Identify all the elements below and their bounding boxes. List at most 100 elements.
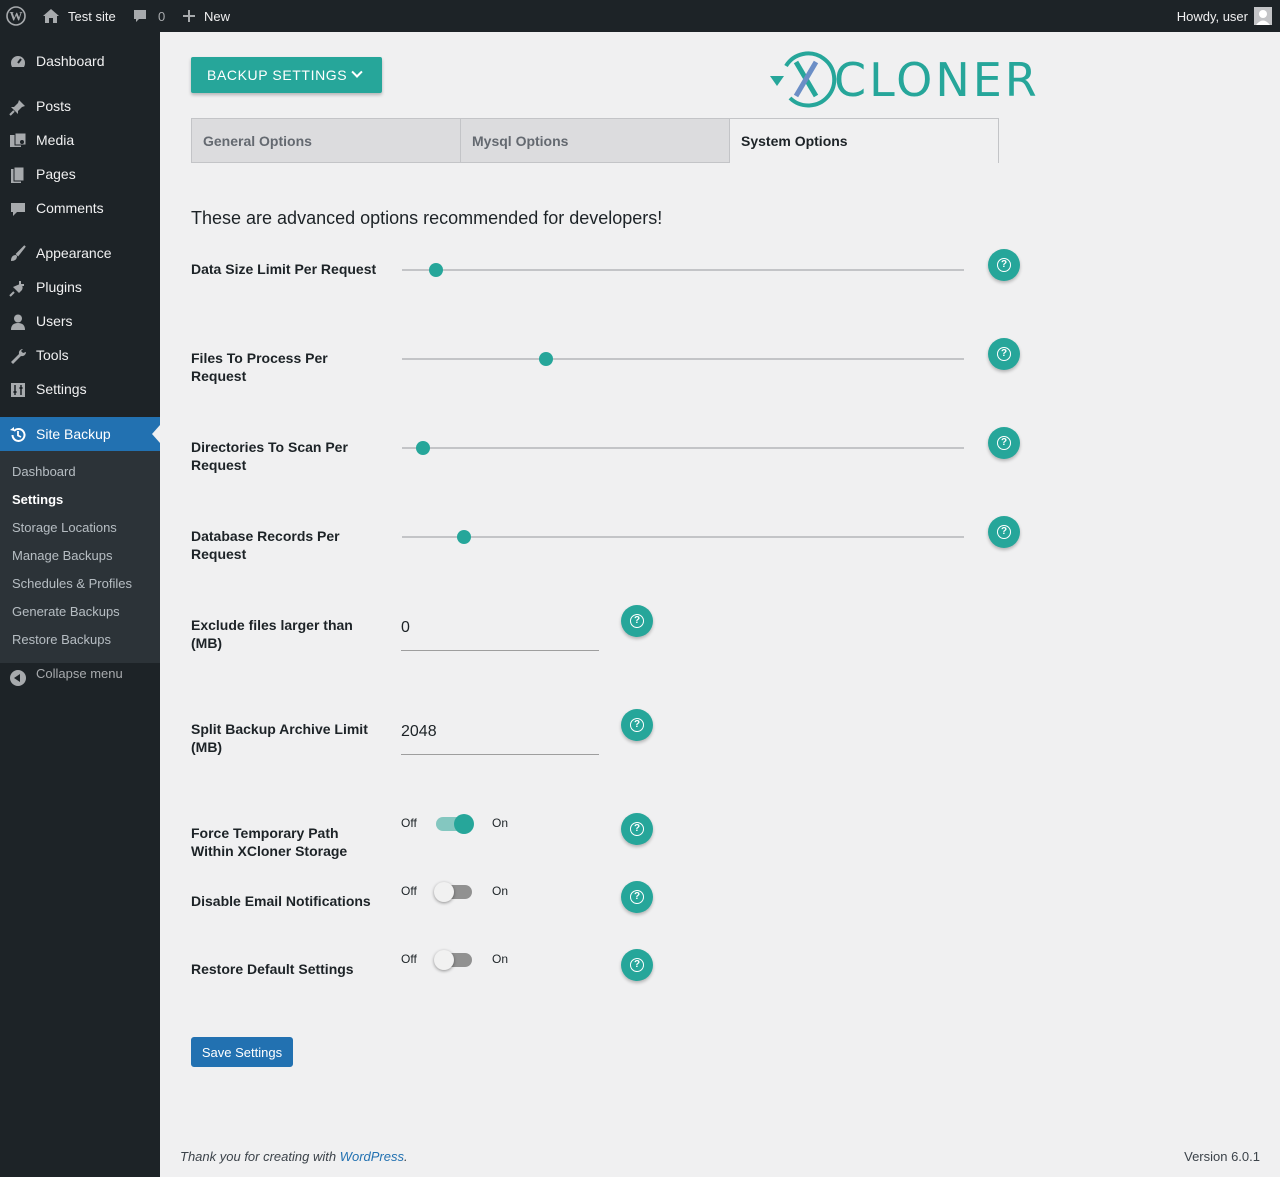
- disable-email-toggle[interactable]: [434, 882, 472, 902]
- force-temp-path-toggle[interactable]: [436, 814, 474, 834]
- sidebar-item-settings[interactable]: Settings: [0, 372, 160, 406]
- xcloner-logo-mark: [770, 51, 837, 108]
- tab-label: General Options: [203, 132, 312, 149]
- help-icon[interactable]: ?: [988, 427, 1020, 459]
- restore-defaults-label: Restore Default Settings: [191, 961, 354, 977]
- switch-off-label: Off: [401, 952, 417, 966]
- plus-icon: [182, 9, 196, 23]
- sidebar-item-posts[interactable]: Posts: [0, 89, 160, 123]
- directories-to-scan-label: Directories To Scan Per Request: [191, 439, 348, 473]
- sidebar-item-comments[interactable]: Comments: [0, 191, 160, 225]
- advanced-options-notice: These are advanced options recommended f…: [191, 208, 663, 228]
- footer-version: Version 6.0.1: [1184, 1149, 1260, 1164]
- switch-on-label: On: [492, 952, 509, 966]
- directories-to-scan-slider[interactable]: [402, 441, 964, 455]
- submenu-item-manage-backups[interactable]: Manage Backups: [12, 548, 112, 563]
- tab-mysql-options[interactable]: Mysql Options: [460, 118, 730, 163]
- submenu-item-schedules-profiles[interactable]: Schedules & Profiles: [12, 576, 132, 591]
- plug-icon: [8, 278, 28, 298]
- sidebar-item-label: Users: [36, 313, 73, 329]
- help-icon[interactable]: ?: [621, 813, 653, 845]
- slider-thumb[interactable]: [538, 352, 553, 366]
- sidebar-item-label: Settings: [36, 381, 87, 397]
- history-icon: [8, 425, 28, 445]
- slider-thumb[interactable]: [428, 263, 443, 277]
- sidebar-item-media[interactable]: Media: [0, 123, 160, 157]
- data-size-limit-label: Data Size Limit Per Request: [191, 261, 377, 277]
- force-temp-path-label: Force Temporary Path Within XCloner Stor…: [191, 825, 348, 859]
- sidebar-item-plugins[interactable]: Plugins: [0, 270, 160, 304]
- wordpress-logo-icon[interactable]: W: [6, 0, 30, 32]
- chevron-down-icon: [351, 66, 363, 78]
- sidebar-item-tools[interactable]: Tools: [0, 338, 160, 372]
- help-icon[interactable]: ?: [988, 249, 1020, 281]
- files-to-process-slider[interactable]: [402, 352, 964, 366]
- sidebar-item-appearance[interactable]: Appearance: [0, 236, 160, 270]
- sidebar-item-label: Posts: [36, 98, 72, 114]
- files-to-process-label: Files To Process Per Request: [191, 350, 328, 384]
- media-icon: [8, 131, 28, 151]
- exclude-files-size-input[interactable]: 0: [401, 607, 599, 651]
- dashboard-icon: [8, 52, 28, 72]
- sidebar-item-dashboard[interactable]: Dashboard: [0, 44, 160, 78]
- sidebar-item-label: Site Backup: [36, 426, 111, 442]
- backup-settings-dropdown-button[interactable]: BACKUP SETTINGS: [191, 57, 382, 93]
- brush-icon: [8, 244, 28, 264]
- submenu-item-generate-backups[interactable]: Generate Backups: [12, 604, 120, 619]
- comments-count: 0: [158, 8, 166, 24]
- site-name-link[interactable]: Test site: [42, 0, 116, 32]
- switch-off-label: Off: [401, 884, 417, 898]
- sidebar-item-pages[interactable]: Pages: [0, 157, 160, 191]
- switch-off-label: Off: [401, 816, 417, 830]
- restore-defaults-toggle[interactable]: [434, 950, 472, 970]
- submenu-item-storage-locations[interactable]: Storage Locations: [12, 520, 117, 535]
- sidebar-item-label: Plugins: [36, 279, 82, 295]
- split-archive-label: Split Backup Archive Limit (MB): [191, 721, 368, 755]
- wordpress-link[interactable]: WordPress: [340, 1149, 404, 1164]
- footer-thanks-text: Thank you for creating with: [180, 1149, 340, 1164]
- database-records-slider[interactable]: [402, 530, 964, 544]
- new-content-link[interactable]: New: [182, 0, 230, 32]
- split-archive-limit-input[interactable]: 2048: [401, 711, 599, 755]
- tab-system-options[interactable]: System Options: [729, 118, 999, 163]
- help-icon[interactable]: ?: [621, 605, 653, 637]
- admin-sidebar: Dashboard Posts Media Pages Comments App…: [0, 32, 160, 1177]
- sidebar-item-label: Media: [36, 132, 75, 148]
- sidebar-item-users[interactable]: Users: [0, 304, 160, 338]
- slider-thumb[interactable]: [456, 530, 471, 544]
- options-tabs: General Options Mysql Options System Opt…: [191, 118, 999, 163]
- footer-thanks: Thank you for creating with WordPress.: [180, 1149, 408, 1164]
- tab-label: Mysql Options: [472, 132, 569, 149]
- help-icon[interactable]: ?: [988, 516, 1020, 548]
- current-menu-arrow: [152, 425, 160, 443]
- backup-settings-label: BACKUP SETTINGS: [207, 67, 348, 83]
- main-content: BACKUP SETTINGS CLONER General Options M…: [160, 32, 1280, 1177]
- save-settings-button[interactable]: Save Settings: [191, 1037, 293, 1067]
- help-icon[interactable]: ?: [621, 881, 653, 913]
- howdy-text: Howdy, user: [1176, 8, 1248, 24]
- sidebar-item-site-backup[interactable]: Site Backup: [0, 417, 160, 451]
- tab-general-options[interactable]: General Options: [191, 118, 461, 163]
- comments-link[interactable]: 0: [132, 0, 165, 32]
- users-icon: [8, 312, 28, 332]
- submenu-item-settings[interactable]: Settings: [12, 492, 63, 507]
- help-icon[interactable]: ?: [988, 338, 1020, 370]
- sidebar-item-label: Tools: [36, 347, 69, 363]
- xcloner-logo-text: CLONER: [834, 53, 1040, 107]
- data-size-limit-slider[interactable]: [402, 263, 964, 277]
- pin-icon: [8, 97, 28, 117]
- help-icon[interactable]: ?: [621, 709, 653, 741]
- toggle-knob: [434, 882, 454, 902]
- submenu-item-dashboard[interactable]: Dashboard: [12, 464, 76, 479]
- help-icon[interactable]: ?: [621, 949, 653, 981]
- settings-icon: [8, 380, 28, 400]
- sidebar-item-label: Comments: [36, 200, 104, 216]
- switch-on-label: On: [492, 884, 509, 898]
- pages-icon: [8, 165, 28, 185]
- collapse-menu-button[interactable]: Collapse menu: [0, 663, 160, 695]
- submenu-item-restore-backups[interactable]: Restore Backups: [12, 632, 111, 647]
- slider-thumb[interactable]: [415, 441, 430, 455]
- tab-label: System Options: [741, 133, 848, 149]
- admin-bar: W Test site 0 New Howdy, user: [0, 0, 1280, 32]
- account-menu[interactable]: Howdy, user: [1177, 0, 1272, 32]
